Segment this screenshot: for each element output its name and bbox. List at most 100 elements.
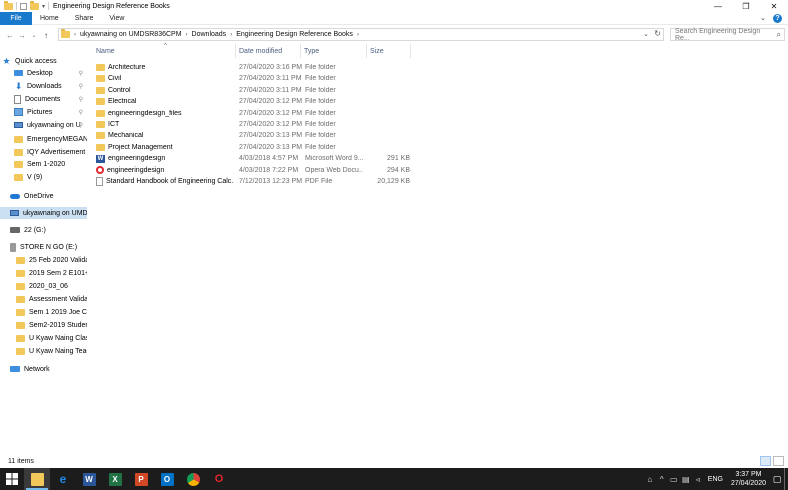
table-row[interactable]: Wengineeringdesign 4/03/2018 4:57 PM Micro… bbox=[96, 153, 412, 164]
sidebar-item-label: Desktop bbox=[27, 69, 53, 77]
tab-home[interactable]: Home bbox=[32, 15, 67, 22]
chevron-right-icon[interactable]: › bbox=[74, 32, 76, 38]
chevron-right-icon[interactable]: › bbox=[186, 32, 188, 38]
sidebar-item[interactable]: 25 Feb 2020 Validati bbox=[0, 254, 87, 266]
breadcrumb-current-folder[interactable]: Engineering Design Reference Books bbox=[236, 31, 353, 38]
opera-icon bbox=[96, 166, 104, 175]
table-row[interactable]: Control 27/04/2020 3:11 PM File folder bbox=[96, 85, 412, 96]
address-history-icon[interactable]: ⌄ bbox=[643, 30, 649, 38]
sidebar-item[interactable]: ⬇ Downloads ⚲ bbox=[0, 80, 87, 92]
sidebar-item[interactable]: ukyawnaing on U ⚲ bbox=[0, 119, 87, 131]
battery-icon[interactable]: ▭ bbox=[668, 475, 680, 484]
back-icon[interactable]: ← bbox=[4, 31, 16, 40]
search-input[interactable]: Search Engineering Design Re... ⌕ bbox=[670, 28, 785, 42]
forward-icon[interactable]: → bbox=[16, 31, 28, 40]
file-date: 27/04/2020 3:11 PM bbox=[239, 75, 302, 83]
sidebar-item[interactable]: ★ Quick access bbox=[0, 55, 87, 67]
column-header-type[interactable]: Type bbox=[304, 44, 319, 58]
column-header-size[interactable]: Size bbox=[370, 44, 384, 58]
taskbar-excel-button[interactable]: X bbox=[102, 468, 128, 490]
column-divider[interactable] bbox=[235, 44, 236, 58]
sidebar-item[interactable]: STORE N GO (E:) bbox=[0, 241, 87, 253]
sidebar-item[interactable]: ukyawnaing on UMD bbox=[0, 207, 87, 219]
sidebar-item[interactable]: Sem 1-2020 bbox=[0, 158, 87, 170]
taskbar-edge-button[interactable]: e bbox=[50, 468, 76, 490]
tab-file[interactable]: File bbox=[0, 11, 32, 25]
taskbar-outlook-button[interactable]: O bbox=[154, 468, 180, 490]
expand-ribbon-icon[interactable]: ⌄ bbox=[760, 15, 767, 22]
people-icon[interactable]: ⌂ bbox=[644, 475, 656, 484]
table-row[interactable]: Architecture 27/04/2020 3:16 PM File folde… bbox=[96, 62, 412, 73]
refresh-icon[interactable]: ↻ bbox=[654, 29, 661, 38]
sidebar-item[interactable]: 2019 Sem 2 E101+1( bbox=[0, 267, 87, 279]
table-row[interactable]: Standard Handbook of Engineering Calc...… bbox=[96, 176, 412, 187]
file-date: 27/04/2020 3:13 PM bbox=[239, 143, 303, 151]
column-header-name[interactable]: Name bbox=[96, 44, 115, 58]
chevron-right-icon[interactable]: › bbox=[230, 32, 232, 38]
table-row[interactable]: engineeringdesign 4/03/2018 7:22 PM Opera … bbox=[96, 165, 412, 176]
sidebar-item[interactable]: IQY Advertisement bbox=[0, 146, 87, 158]
column-divider[interactable] bbox=[300, 44, 301, 58]
table-row[interactable]: Mechanical 27/04/2020 3:13 PM File folder bbox=[96, 130, 412, 141]
column-divider[interactable] bbox=[410, 44, 411, 58]
volume-icon[interactable]: ◃ bbox=[692, 475, 704, 484]
sidebar-item[interactable]: Documents ⚲ bbox=[0, 93, 87, 105]
maximize-button[interactable]: ❐ bbox=[732, 0, 760, 12]
sidebar-item[interactable]: 2020_03_06 bbox=[0, 280, 87, 292]
tab-view[interactable]: View bbox=[101, 15, 132, 22]
sidebar-item[interactable]: Desktop ⚲ bbox=[0, 67, 87, 79]
file-name-cell: Architecture bbox=[96, 64, 234, 71]
action-center-icon[interactable]: ▢ bbox=[770, 474, 784, 485]
breadcrumb-downloads[interactable]: Downloads bbox=[192, 31, 227, 38]
new-folder-icon[interactable] bbox=[30, 0, 39, 10]
sidebar-item[interactable]: Sem 1 2019 Joe Clas bbox=[0, 306, 87, 318]
taskbar-chrome-button[interactable] bbox=[180, 468, 206, 490]
chevron-right-icon[interactable]: › bbox=[357, 32, 359, 38]
tab-share[interactable]: Share bbox=[67, 15, 102, 22]
large-icons-view-button[interactable] bbox=[773, 456, 784, 466]
sidebar-item[interactable]: Pictures ⚲ bbox=[0, 106, 87, 118]
table-row[interactable]: Project Management 27/04/2020 3:13 PM File… bbox=[96, 142, 412, 153]
up-icon[interactable]: ↑ bbox=[40, 31, 52, 40]
show-desktop-button[interactable] bbox=[784, 468, 788, 490]
sidebar-item[interactable]: OneDrive bbox=[0, 190, 87, 202]
file-type: File folder bbox=[305, 86, 336, 94]
taskbar-powerpoint-button[interactable]: P bbox=[128, 468, 154, 490]
help-icon[interactable]: ? bbox=[773, 14, 782, 23]
start-button[interactable] bbox=[0, 468, 24, 490]
taskbar-opera-button[interactable]: O bbox=[206, 468, 232, 490]
customize-toolbar-icon[interactable]: ▾ bbox=[42, 3, 45, 10]
close-button[interactable]: ✕ bbox=[760, 0, 788, 12]
sidebar-item[interactable]: U Kyaw Naing Teacl bbox=[0, 345, 87, 357]
show-hidden-icons-icon[interactable]: ^ bbox=[656, 475, 668, 484]
minimize-button[interactable]: — bbox=[704, 0, 732, 12]
address-bar[interactable]: › ukyawnaing on UMDSR836CPM › Downloads … bbox=[58, 28, 664, 41]
table-row[interactable]: engineeringdesign_files 27/04/2020 3:12 P… bbox=[96, 108, 412, 119]
sidebar-item[interactable]: Network bbox=[0, 363, 87, 375]
table-row[interactable]: ICT 27/04/2020 3:12 PM File folder bbox=[96, 119, 412, 130]
sidebar-item[interactable]: V (9) bbox=[0, 171, 87, 183]
table-row[interactable]: Civil 27/04/2020 3:11 PM File folder bbox=[96, 73, 412, 84]
input-language[interactable]: ENG bbox=[708, 476, 723, 483]
sidebar-item[interactable]: U Kyaw Naing Class bbox=[0, 332, 87, 344]
sidebar-item[interactable]: Assessment Validati bbox=[0, 293, 87, 305]
outlook-icon: O bbox=[160, 472, 174, 486]
file-name-cell: Project Management bbox=[96, 143, 234, 151]
sidebar-item[interactable]: Sem2-2019 Student bbox=[0, 319, 87, 331]
properties-icon[interactable] bbox=[20, 2, 27, 10]
taskbar-word-button[interactable]: W bbox=[76, 468, 102, 490]
sidebar-item[interactable]: 22 (G:) bbox=[0, 224, 87, 236]
column-header-date[interactable]: Date modified bbox=[239, 44, 282, 58]
column-divider[interactable] bbox=[366, 44, 367, 58]
edge-icon: e bbox=[59, 472, 67, 486]
sidebar-item[interactable]: EmergencyMEGAN bbox=[0, 133, 87, 145]
file-name: engineeringdesign bbox=[107, 166, 165, 174]
breadcrumb-network-drive[interactable]: ukyawnaing on UMDSR836CPM bbox=[80, 31, 182, 38]
table-row[interactable]: Electrical 27/04/2020 3:12 PM File folder bbox=[96, 96, 412, 107]
file-name-cell: engineeringdesign bbox=[96, 166, 234, 175]
clock[interactable]: 3:37 PM 27/04/2020 bbox=[731, 470, 766, 488]
taskbar-file-explorer-button[interactable] bbox=[24, 468, 50, 490]
details-view-button[interactable] bbox=[760, 456, 771, 466]
recent-locations-icon[interactable]: ⌄ bbox=[28, 32, 40, 39]
network-status-icon[interactable]: ▤ bbox=[680, 475, 692, 484]
